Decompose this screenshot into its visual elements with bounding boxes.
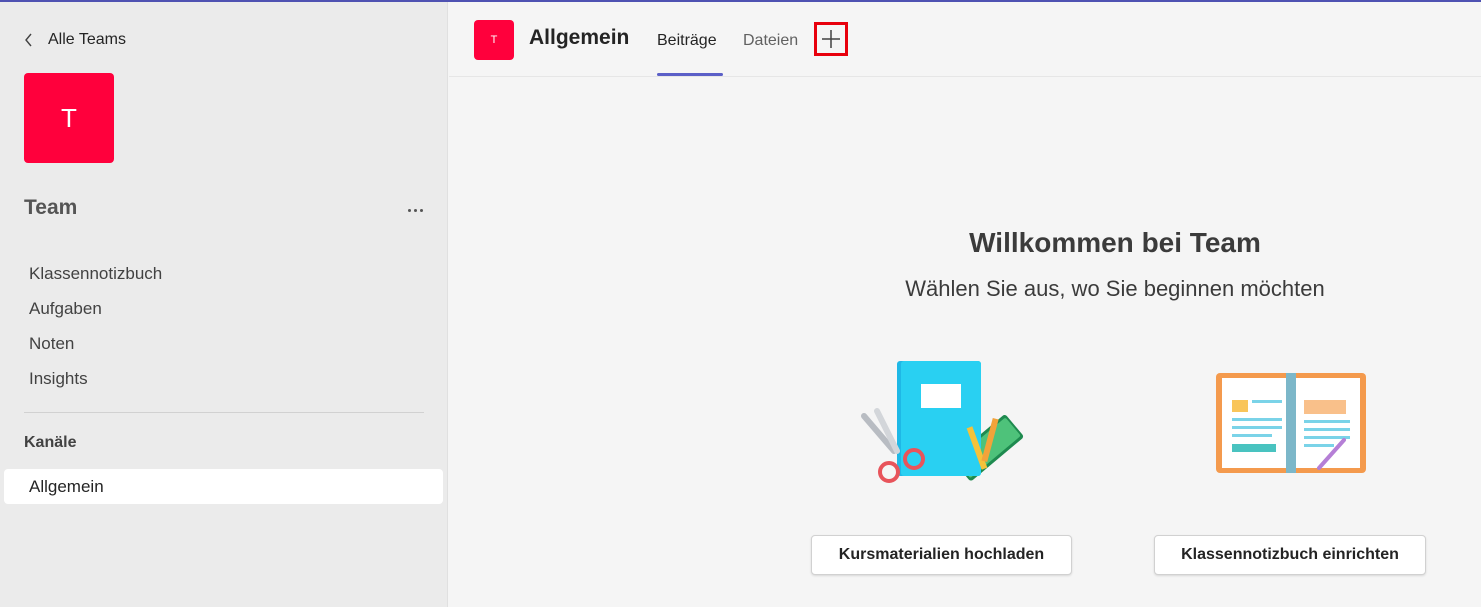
team-nav-list: Klassennotizbuch Aufgaben Noten Insights	[29, 260, 162, 400]
tab-beitraege[interactable]: Beiträge	[657, 32, 717, 50]
team-name: Team	[24, 196, 78, 219]
setup-class-notebook-button[interactable]: Klassennotizbuch einrichten	[1154, 535, 1426, 575]
sidebar-item-aufgaben[interactable]: Aufgaben	[29, 295, 162, 330]
back-to-all-teams-link[interactable]: Alle Teams	[24, 28, 126, 52]
more-options-button[interactable]	[400, 198, 430, 222]
more-dot-icon	[407, 208, 411, 212]
open-notebook-illustration	[1216, 373, 1366, 473]
team-sidebar: Alle Teams T Team Klassennotizbuch Aufga…	[0, 2, 448, 607]
active-tab-indicator	[657, 73, 723, 76]
add-tab-button[interactable]	[814, 22, 848, 56]
welcome-title: Willkommen bei Team	[969, 227, 1261, 258]
tab-dateien[interactable]: Dateien	[743, 32, 798, 50]
chevron-left-icon	[25, 33, 32, 47]
notebook-scissors-illustration	[861, 361, 1024, 483]
channel-main-area: Willkommen bei Team Wählen Sie aus, wo S…	[449, 78, 1481, 607]
team-avatar: T	[24, 73, 114, 163]
welcome-subtitle: Wählen Sie aus, wo Sie beginnen möchten	[905, 276, 1325, 301]
team-avatar-initial: T	[61, 102, 77, 133]
sidebar-item-insights[interactable]: Insights	[29, 365, 162, 400]
channel-avatar: T	[474, 20, 514, 60]
more-dot-icon	[419, 208, 423, 212]
channels-section-title: Kanäle	[24, 434, 77, 451]
back-link-label: Alle Teams	[48, 31, 126, 48]
sidebar-divider	[24, 412, 424, 413]
upload-course-materials-button[interactable]: Kursmaterialien hochladen	[811, 535, 1072, 575]
sidebar-item-noten[interactable]: Noten	[29, 330, 162, 365]
channel-title: Allgemein	[529, 26, 630, 49]
channel-header: T Allgemein Beiträge Dateien	[449, 2, 1481, 77]
plus-icon	[822, 30, 840, 48]
sidebar-item-klassennotizbuch[interactable]: Klassennotizbuch	[29, 260, 162, 295]
channel-item-allgemein[interactable]: Allgemein	[4, 469, 443, 504]
more-dot-icon	[413, 208, 417, 212]
channel-avatar-initial: T	[490, 34, 498, 46]
